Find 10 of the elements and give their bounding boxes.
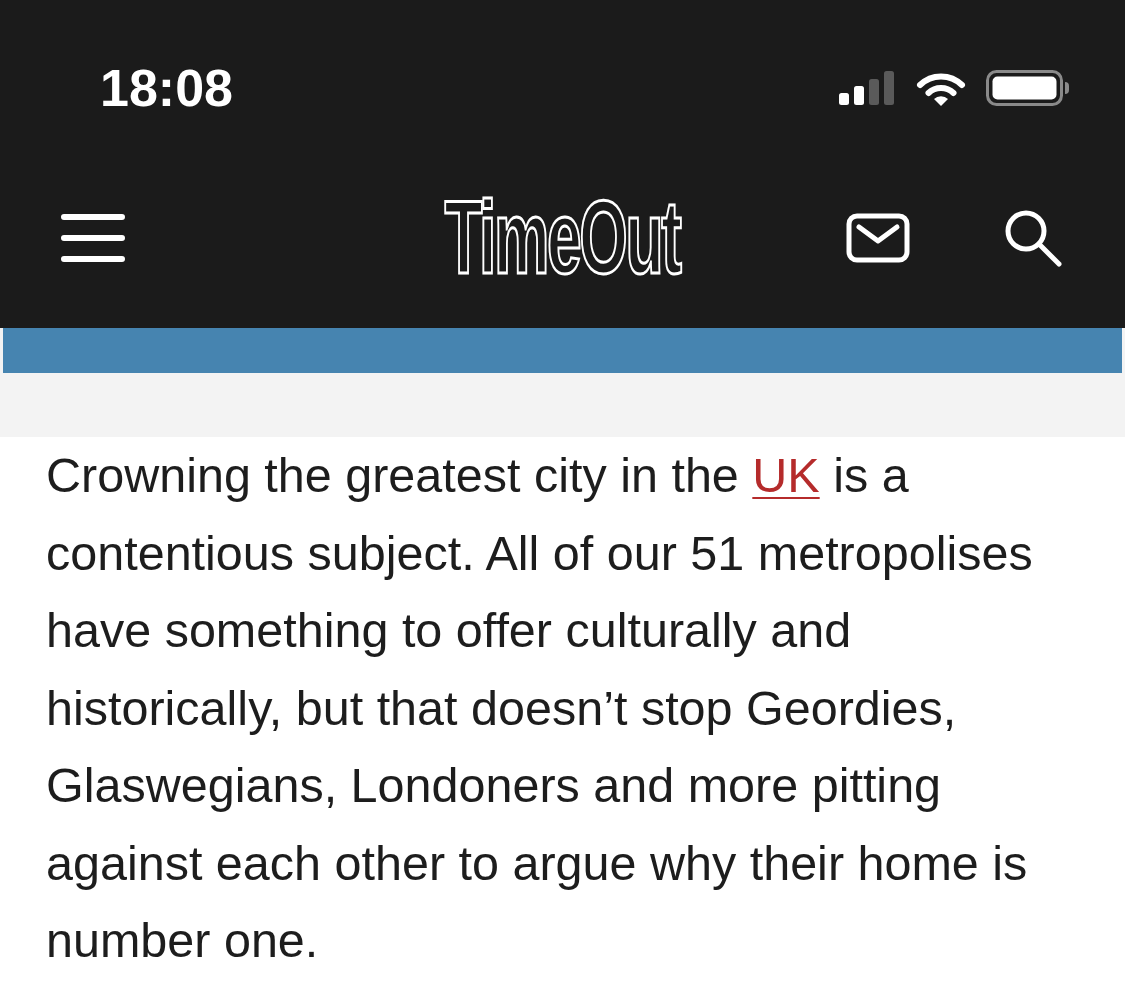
- site-logo[interactable]: TimeOut: [443, 193, 680, 283]
- envelope-icon[interactable]: [846, 213, 910, 263]
- search-icon[interactable]: [1003, 208, 1063, 268]
- signal-icon: [839, 71, 896, 105]
- article-paragraph: Crowning the greatest city in the UK is a contentious subject. All of our 51 metropolises have something to offer culturally and historically, but that doesn’t stop Geordies, Glaswegians, Londoners and more pitting against each other to argue why their home is number one.: [45, 447, 1034, 969]
- inline-link[interactable]: UK: [752, 448, 820, 502]
- menu-icon[interactable]: [60, 213, 126, 263]
- battery-icon: [986, 70, 1070, 106]
- clock-time: 18:08: [100, 62, 233, 114]
- wifi-icon: [916, 70, 966, 106]
